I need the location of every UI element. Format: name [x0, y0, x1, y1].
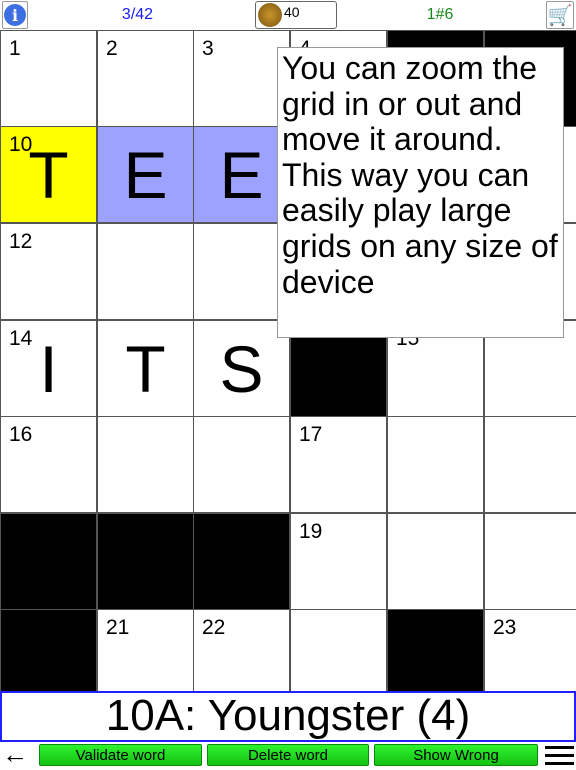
- validate-word-button[interactable]: Validate word: [39, 744, 202, 766]
- clue-number: 23: [493, 616, 517, 639]
- grid-cell[interactable]: [193, 223, 290, 320]
- clue-number: 19: [299, 520, 323, 543]
- grid-cell[interactable]: [97, 223, 194, 320]
- delete-word-button[interactable]: Delete word: [207, 744, 369, 766]
- black-cell: [0, 513, 97, 610]
- top-bar: i 3/42 40 1#6 🛒: [0, 0, 576, 30]
- coins-button[interactable]: 40: [255, 1, 337, 29]
- progress-count: 3/42: [121, 6, 154, 23]
- bottom-toolbar: ← Validate word Delete word Show Wrong: [0, 739, 576, 770]
- grid-cell[interactable]: 16: [0, 416, 97, 513]
- grid-cell[interactable]: 14 I: [0, 320, 97, 417]
- grid-cell[interactable]: 23: [484, 609, 576, 691]
- cell-letter: S: [219, 332, 264, 406]
- grid-cell[interactable]: 1: [0, 30, 97, 127]
- grid-cell[interactable]: 10 T: [0, 126, 97, 223]
- info-button[interactable]: i: [2, 1, 28, 29]
- grid-cell[interactable]: 21: [97, 609, 194, 691]
- grid-cell[interactable]: [97, 416, 194, 513]
- cell-letter: T: [28, 138, 69, 212]
- clue-number: 22: [202, 616, 226, 639]
- grid-cell[interactable]: 3: [193, 30, 290, 127]
- grid-cell[interactable]: 17: [290, 416, 387, 513]
- grid-cell[interactable]: 2: [97, 30, 194, 127]
- grid-cell[interactable]: T: [97, 320, 194, 417]
- grid-cell[interactable]: E: [97, 126, 194, 223]
- black-cell: [387, 609, 484, 691]
- clue-number: 12: [9, 230, 33, 253]
- tooltip: You can zoom the grid in or out and move…: [277, 47, 564, 338]
- black-cell: [97, 513, 194, 610]
- clue-number: 16: [9, 423, 33, 446]
- back-arrow-icon[interactable]: ←: [2, 739, 28, 770]
- clue-number: 3: [202, 37, 214, 60]
- cell-letter: E: [219, 138, 264, 212]
- puzzle-id: 1#6: [426, 6, 454, 23]
- cell-letter: T: [125, 332, 166, 406]
- grid-cell[interactable]: S: [193, 320, 290, 417]
- black-cell: [193, 513, 290, 610]
- cell-letter: E: [123, 138, 168, 212]
- grid-cell[interactable]: 22: [193, 609, 290, 691]
- grid-cell[interactable]: [193, 416, 290, 513]
- show-wrong-button[interactable]: Show Wrong: [374, 744, 538, 766]
- current-clue: 10A: Youngster (4): [0, 691, 576, 742]
- grid-cell[interactable]: [387, 513, 484, 610]
- clue-number: 17: [299, 423, 323, 446]
- coin-count: 40: [284, 4, 300, 20]
- grid-cell[interactable]: [484, 513, 576, 610]
- clue-number: 21: [106, 616, 130, 639]
- cell-letter: I: [39, 332, 58, 406]
- cart-icon: 🛒: [547, 4, 573, 27]
- menu-icon[interactable]: [545, 746, 574, 770]
- black-cell: [0, 609, 97, 691]
- grid-cell[interactable]: 12: [0, 223, 97, 320]
- grid-cell[interactable]: 19: [290, 513, 387, 610]
- cart-button[interactable]: 🛒: [546, 1, 574, 29]
- coin-icon: [258, 3, 282, 27]
- grid-cell[interactable]: [484, 416, 576, 513]
- grid-cell[interactable]: E: [193, 126, 290, 223]
- grid-cell[interactable]: [387, 416, 484, 513]
- info-icon: i: [4, 4, 26, 26]
- grid-cell[interactable]: [290, 609, 387, 691]
- clue-number: 1: [9, 37, 21, 60]
- clue-number: 2: [106, 37, 118, 60]
